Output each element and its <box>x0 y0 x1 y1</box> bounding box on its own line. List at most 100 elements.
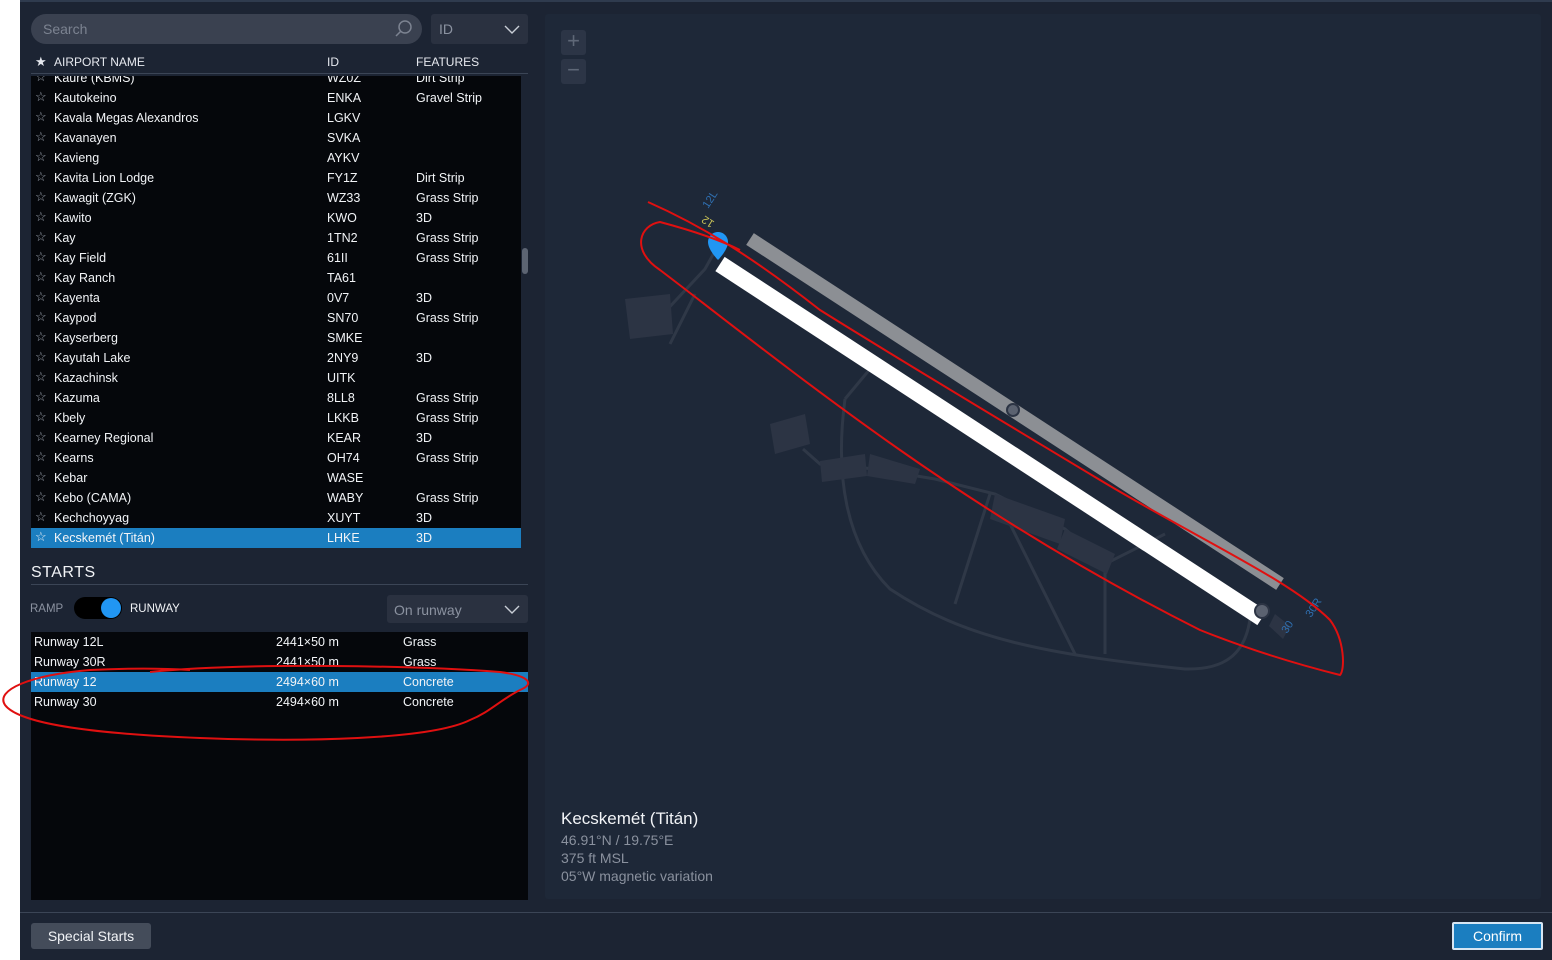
favorite-star-icon[interactable]: ☆ <box>35 449 47 465</box>
airport-id: FY1Z <box>327 171 358 185</box>
airport-row[interactable]: ☆ Kay Ranch TA61 <box>31 268 521 288</box>
airport-row[interactable]: ☆ Kebo (CAMA) WABY Grass Strip <box>31 488 521 508</box>
airport-id: AYKV <box>327 151 360 165</box>
start-name: Runway 30 <box>34 695 97 709</box>
airport-row[interactable]: ☆ Kay Field 61II Grass Strip <box>31 248 521 268</box>
airport-row[interactable]: ☆ Kawagit (ZGK) WZ33 Grass Strip <box>31 188 521 208</box>
airport-features: 3D <box>416 351 432 365</box>
search-filter-value: ID <box>439 21 453 37</box>
favorite-star-icon[interactable]: ☆ <box>35 209 47 225</box>
airport-features: Grass Strip <box>416 391 479 405</box>
confirm-button[interactable]: Confirm <box>1452 922 1543 950</box>
airport-name: Kayserberg <box>54 331 118 345</box>
airport-id: XUYT <box>327 511 361 525</box>
airport-name: Kavita Lion Lodge <box>54 171 155 185</box>
favorite-star-icon[interactable]: ☆ <box>35 89 47 105</box>
airport-row[interactable]: ☆ Kavieng AYKV <box>31 148 521 168</box>
airport-features: Grass Strip <box>416 231 479 245</box>
favorite-star-icon[interactable]: ☆ <box>35 289 47 305</box>
airport-row[interactable]: ☆ Kautokeino ENKA Gravel Strip <box>31 88 521 108</box>
airport-row[interactable]: ☆ Kbely LKKB Grass Strip <box>31 408 521 428</box>
airport-row[interactable]: ☆ Kavita Lion Lodge FY1Z Dirt Strip <box>31 168 521 188</box>
favorite-star-icon[interactable]: ☆ <box>35 409 47 425</box>
airport-id: SMKE <box>327 331 363 345</box>
airport-features: 3D <box>416 511 432 525</box>
start-row[interactable]: Runway 12L 2441×50 m Grass <box>31 632 528 652</box>
start-size: 2494×60 m <box>276 675 339 689</box>
favorite-star-icon[interactable]: ☆ <box>35 269 47 285</box>
airport-row[interactable]: ☆ Kawito KWO 3D <box>31 208 521 228</box>
airport-name: Kayutah Lake <box>54 351 131 365</box>
airport-features: 3D <box>416 431 432 445</box>
favorite-star-icon[interactable]: ☆ <box>35 149 47 165</box>
toggle-knob[interactable] <box>101 598 121 618</box>
airport-id: LGKV <box>327 111 361 125</box>
favorite-star-icon[interactable]: ☆ <box>35 76 47 85</box>
favorite-star-icon[interactable]: ☆ <box>35 489 47 505</box>
airport-coordinates: 46.91°N / 19.75°E <box>561 832 674 848</box>
favorite-star-icon[interactable]: ☆ <box>35 369 47 385</box>
airport-name: Kawagit (ZGK) <box>54 191 136 205</box>
airport-name: Kazachinsk <box>54 371 118 385</box>
favorite-star-icon[interactable]: ☆ <box>35 169 47 185</box>
airport-id: SVKA <box>327 131 361 145</box>
special-starts-button[interactable]: Special Starts <box>31 923 151 949</box>
airport-name: Kaure (KBMS) <box>54 76 135 85</box>
favorite-star-icon[interactable]: ☆ <box>35 389 47 405</box>
airport-row[interactable]: ☆ Kayutah Lake 2NY9 3D <box>31 348 521 368</box>
airport-row[interactable]: ☆ Kearns OH74 Grass Strip <box>31 448 521 468</box>
airport-row[interactable]: ☆ Kaypod SN70 Grass Strip <box>31 308 521 328</box>
runway-30-threshold <box>1254 603 1270 619</box>
airport-row[interactable]: ☆ Kechchoyyag XUYT 3D <box>31 508 521 528</box>
column-id[interactable]: ID <box>327 55 339 69</box>
favorite-star-icon[interactable]: ☆ <box>35 109 47 125</box>
airport-name: Kavanayen <box>54 131 117 145</box>
airport-row[interactable]: ☆ Kaure (KBMS) WZ0Z Dirt Strip <box>31 76 521 88</box>
airport-row[interactable]: ☆ Kecskemét (Titán) LHKE 3D <box>31 528 521 548</box>
airport-list[interactable]: ☆ Kaure (KBMS) WZ0Z Dirt Strip ☆ Kautokeino EN… <box>31 76 521 548</box>
airport-map[interactable]: + − 12 12L 30 30R Kecskemét (Titán) 46.9… <box>545 14 1541 899</box>
favorite-star-icon[interactable]: ☆ <box>35 329 47 345</box>
ramp-runway-toggle[interactable] <box>74 597 122 619</box>
favorite-star-icon[interactable]: ☆ <box>35 189 47 205</box>
column-airport-name[interactable]: AIRPORT NAME <box>54 55 145 69</box>
favorite-star-icon[interactable]: ☆ <box>35 509 47 525</box>
airport-id: ENKA <box>327 91 362 105</box>
favorite-star-icon[interactable]: ☆ <box>35 129 47 145</box>
start-row[interactable]: Runway 30 2494×60 m Concrete <box>31 692 528 712</box>
starts-list[interactable]: Runway 12L 2441×50 m Grass Runway 30R 2441×5… <box>31 632 528 900</box>
airport-features: 3D <box>416 531 432 545</box>
favorite-star-icon[interactable]: ☆ <box>35 429 47 445</box>
column-features[interactable]: FEATURES <box>416 55 479 69</box>
favorite-star-icon[interactable]: ☆ <box>35 349 47 365</box>
airport-features: Gravel Strip <box>416 91 482 105</box>
airport-row[interactable]: ☆ Kavanayen SVKA <box>31 128 521 148</box>
favorite-star-icon[interactable]: ☆ <box>35 229 47 245</box>
favorite-star-icon[interactable]: ☆ <box>35 249 47 265</box>
favorite-column-star-icon[interactable]: ★ <box>35 54 47 70</box>
search-icon[interactable] <box>394 19 414 39</box>
airport-row[interactable]: ☆ Kayserberg SMKE <box>31 328 521 348</box>
airport-row[interactable]: ☆ Kearney Regional KEAR 3D <box>31 428 521 448</box>
airport-row[interactable]: ☆ Kebar WASE <box>31 468 521 488</box>
search-filter-select[interactable]: ID <box>431 14 528 44</box>
airport-row[interactable]: ☆ Kay 1TN2 Grass Strip <box>31 228 521 248</box>
airport-features: 3D <box>416 211 432 225</box>
airport-list-scroll-thumb[interactable] <box>522 248 528 274</box>
airport-row[interactable]: ☆ Kavala Megas Alexandros LGKV <box>31 108 521 128</box>
start-row[interactable]: Runway 12 2494×60 m Concrete <box>31 672 528 692</box>
search-input[interactable]: Search <box>31 14 422 44</box>
favorite-star-icon[interactable]: ☆ <box>35 309 47 325</box>
start-size: 2494×60 m <box>276 695 339 709</box>
airport-row[interactable]: ☆ Kayenta 0V7 3D <box>31 288 521 308</box>
airport-row[interactable]: ☆ Kazachinsk UITK <box>31 368 521 388</box>
start-row[interactable]: Runway 30R 2441×50 m Grass <box>31 652 528 672</box>
start-position-select[interactable]: On runway <box>387 595 528 623</box>
airport-row[interactable]: ☆ Kazuma 8LL8 Grass Strip <box>31 388 521 408</box>
favorite-star-icon[interactable]: ☆ <box>35 469 47 485</box>
airport-name: Kayenta <box>54 291 100 305</box>
airport-list-scrollbar[interactable] <box>521 76 529 548</box>
favorite-star-icon[interactable]: ☆ <box>35 529 47 545</box>
airport-id: TA61 <box>327 271 356 285</box>
taxiways <box>661 241 1252 671</box>
